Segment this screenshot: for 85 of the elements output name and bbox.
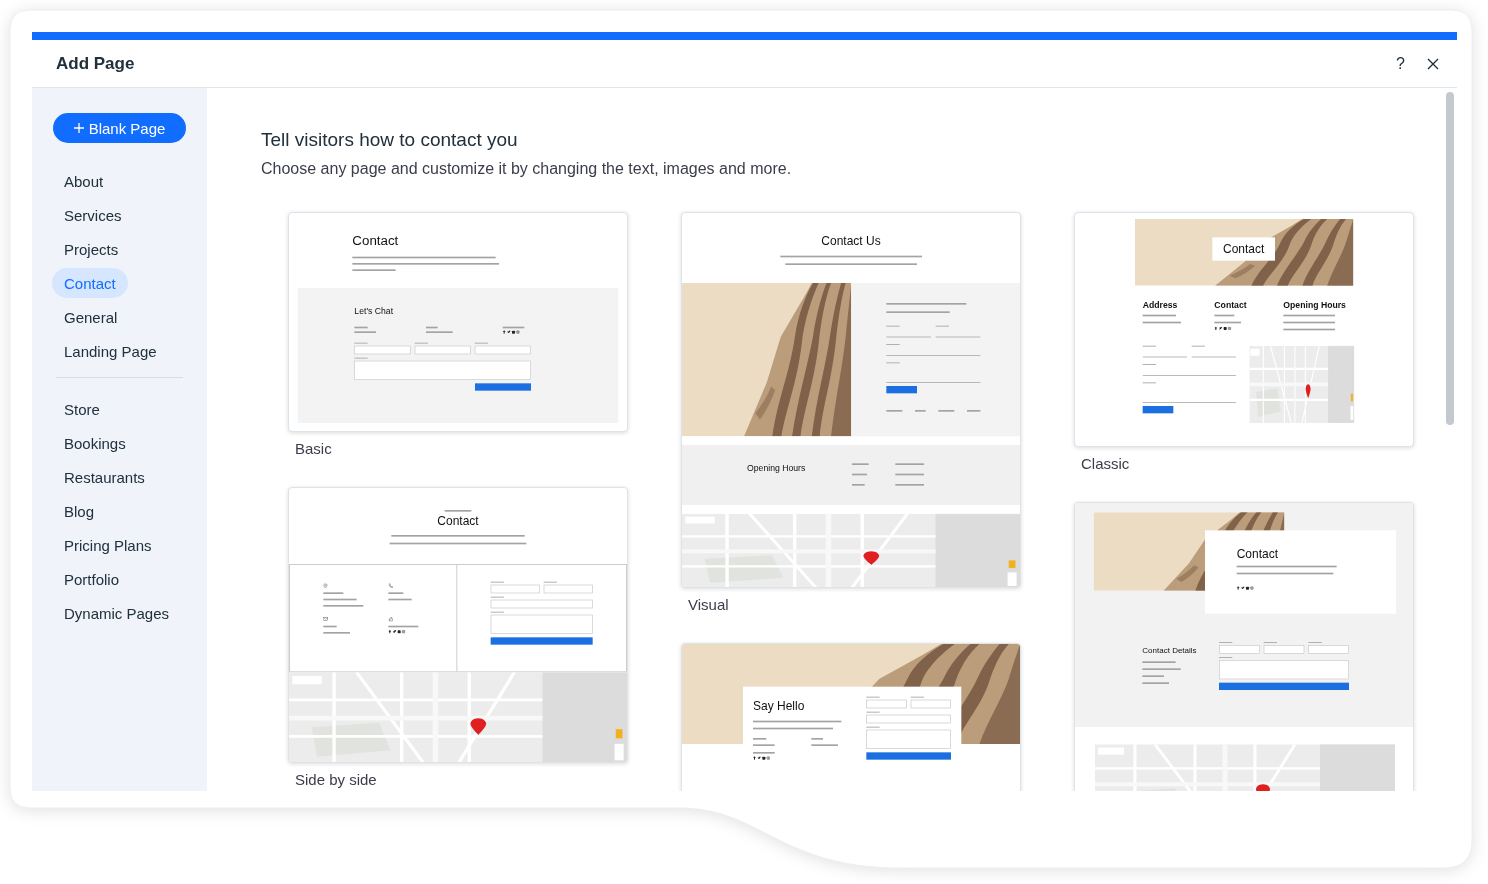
template-name: Side by side — [295, 771, 378, 788]
sidebar-item[interactable]: Bookings — [52, 428, 138, 458]
text-line — [895, 463, 924, 465]
text-line — [1142, 682, 1169, 684]
text-line — [1283, 314, 1335, 317]
sidebar-item[interactable]: Landing Page — [52, 336, 169, 366]
text-line — [967, 410, 981, 412]
text-line — [1214, 314, 1235, 317]
text-line — [323, 592, 344, 594]
template-title: Say Hello — [753, 699, 806, 714]
section-title: Contact Details — [1142, 645, 1198, 655]
plus-icon — [73, 123, 84, 133]
scrollbar-thumb[interactable] — [1446, 92, 1454, 425]
template-title: Contact Us — [820, 234, 882, 249]
text-line — [938, 410, 955, 412]
text-line — [852, 463, 869, 465]
text-line — [1283, 328, 1335, 331]
text-line — [1142, 675, 1164, 677]
column-heading: Address — [1142, 300, 1179, 311]
text-line — [852, 484, 865, 486]
template-card[interactable]: Contact Address Contact Opening Hours — [1074, 212, 1414, 447]
text-line — [886, 311, 950, 313]
text-line — [811, 744, 838, 746]
text-line — [895, 473, 924, 476]
text-line — [1142, 661, 1176, 663]
text-line — [915, 410, 926, 412]
dialog-title: Add Page — [56, 53, 136, 74]
text-line — [852, 473, 867, 476]
template-name: Visual — [688, 596, 730, 613]
text-line — [753, 744, 775, 746]
template-title: Contact — [1236, 547, 1279, 561]
sidebar-item[interactable]: Projects — [52, 234, 131, 264]
text-line — [1142, 668, 1181, 670]
template-name: Classic — [1081, 455, 1131, 472]
text-line — [388, 598, 412, 601]
text-line — [323, 598, 357, 601]
sidebar-item[interactable]: Dynamic Pages — [52, 598, 182, 628]
text-line — [388, 625, 419, 628]
text-line — [388, 592, 404, 594]
sidebar-item[interactable]: About — [52, 166, 116, 196]
template-card[interactable]: Contact Let's Chat — [288, 212, 628, 432]
text-line — [895, 484, 924, 486]
sidebar-item[interactable]: Services — [52, 200, 134, 230]
text-line — [444, 510, 472, 512]
text-line — [502, 326, 525, 329]
page-subtitle: Choose any page and customize it by changing the text, images and more. — [261, 160, 793, 178]
page-heading: Tell visitors how to contact you — [261, 129, 519, 151]
template-card[interactable]: Contact — [288, 487, 628, 763]
template-card[interactable]: Contact Us Opening Hours — [681, 212, 1021, 588]
sidebar-item[interactable]: Contact — [52, 268, 128, 298]
text-line — [426, 331, 453, 333]
sidebar-item[interactable]: Restaurants — [52, 462, 157, 492]
text-line — [352, 269, 396, 271]
text-line — [753, 752, 775, 754]
text-line — [426, 326, 438, 329]
help-button[interactable]: ? — [1396, 54, 1405, 73]
section-title: Opening Hours — [747, 463, 807, 476]
text-line — [1142, 314, 1176, 317]
text-line — [1283, 321, 1335, 324]
close-icon[interactable] — [1427, 57, 1439, 70]
text-line — [811, 738, 823, 740]
text-line — [354, 326, 368, 329]
template-card[interactable]: Contact Contact Details — [1074, 502, 1414, 791]
sidebar-item[interactable]: Store — [52, 394, 112, 424]
text-line — [354, 331, 376, 333]
template-title: Contact — [436, 514, 480, 529]
text-line — [323, 632, 350, 634]
hero-title: Contact — [1212, 237, 1275, 261]
template-name: Basic — [295, 440, 333, 457]
sidebar-item[interactable]: Pricing Plans — [52, 530, 164, 560]
template-title: Contact — [352, 233, 400, 248]
text-line — [753, 738, 767, 740]
section-title: Let's Chat — [354, 306, 395, 317]
text-line — [1214, 321, 1241, 324]
text-line — [1142, 321, 1181, 324]
template-card[interactable]: Say Hello — [681, 643, 1021, 791]
sidebar-item[interactable]: General — [52, 302, 130, 332]
text-line — [323, 625, 337, 628]
column-heading: Opening Hours — [1283, 300, 1347, 311]
text-line — [886, 410, 903, 412]
blank-page-button[interactable]: Blank Page — [53, 113, 186, 143]
sidebar-item[interactable]: Portfolio — [52, 564, 132, 594]
column-heading: Contact — [1214, 300, 1248, 311]
sidebar-item[interactable]: Blog — [52, 496, 107, 526]
text-line — [323, 605, 364, 607]
